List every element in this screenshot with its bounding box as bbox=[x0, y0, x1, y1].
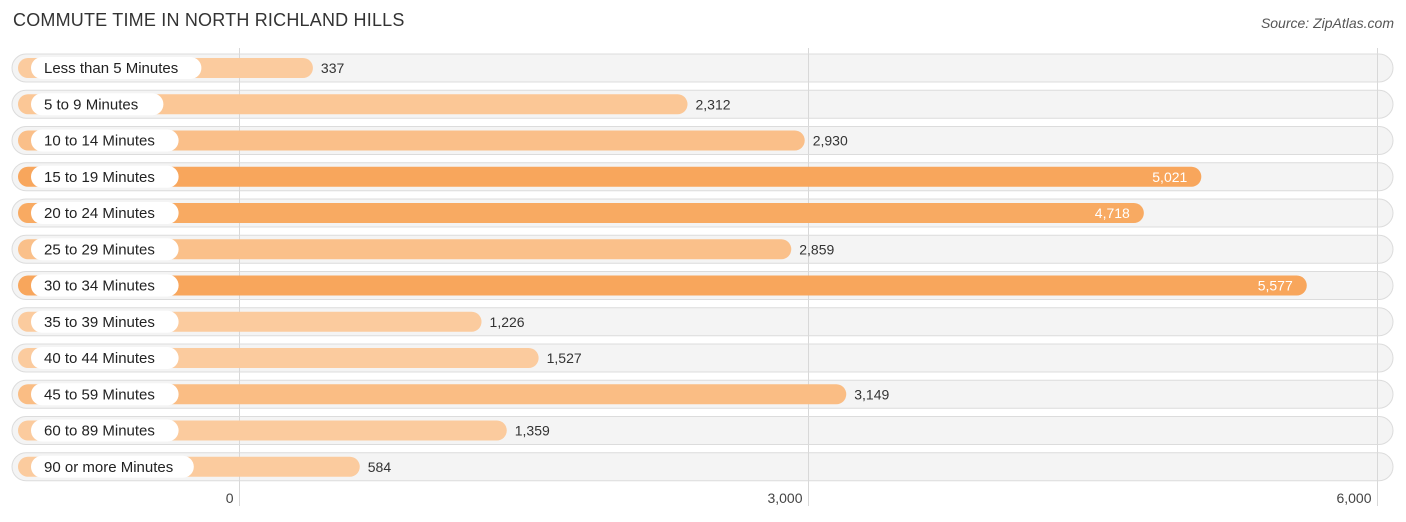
x-tick-label: 6,000 bbox=[1336, 490, 1371, 506]
value-label: 584 bbox=[368, 459, 392, 475]
x-tick-label: 3,000 bbox=[767, 490, 802, 506]
bar-row: 35 to 39 Minutes 1,226 bbox=[11, 307, 1394, 337]
category-label: 35 to 39 Minutes bbox=[44, 314, 155, 331]
category-label: 40 to 44 Minutes bbox=[44, 350, 155, 367]
bar-row: Less than 5 Minutes 337 bbox=[11, 53, 1394, 83]
bar-rows: Less than 5 Minutes 337 5 to 9 Minutes 2,31… bbox=[11, 53, 1394, 482]
x-tick-label: 0 bbox=[226, 490, 234, 506]
bar-row: 90 or more Minutes 584 bbox=[11, 452, 1394, 482]
bar-chart: Less than 5 Minutes 337 5 to 9 Minutes 2,31… bbox=[11, 48, 1394, 506]
category-label: 15 to 19 Minutes bbox=[44, 169, 155, 186]
bar-row: 60 to 89 Minutes 1,359 bbox=[11, 416, 1394, 445]
category-label: 10 to 14 Minutes bbox=[44, 133, 155, 150]
category-label: 5 to 9 Minutes bbox=[44, 96, 138, 113]
value-label: 1,359 bbox=[515, 423, 550, 439]
bar-row: 25 to 29 Minutes 2,859 bbox=[11, 234, 1394, 264]
category-label: 60 to 89 Minutes bbox=[44, 423, 155, 440]
category-label: Less than 5 Minutes bbox=[44, 60, 178, 77]
bar-row: 15 to 19 Minutes 5,021 bbox=[11, 162, 1394, 192]
value-label: 3,149 bbox=[854, 386, 889, 402]
value-label: 4,718 bbox=[1095, 205, 1130, 221]
value-label: 5,021 bbox=[1152, 169, 1187, 185]
bar bbox=[18, 275, 1307, 296]
value-label: 337 bbox=[321, 60, 345, 76]
bar-row: 45 to 59 Minutes 3,149 bbox=[11, 379, 1394, 409]
bar-row: 5 to 9 Minutes 2,312 bbox=[11, 89, 1394, 119]
bar-row: 30 to 34 Minutes 5,577 bbox=[11, 271, 1394, 300]
bar-row: 40 to 44 Minutes 1,527 bbox=[11, 343, 1394, 373]
category-label: 30 to 34 Minutes bbox=[44, 278, 155, 295]
value-label: 2,930 bbox=[813, 133, 848, 149]
bar-row: 20 to 24 Minutes 4,718 bbox=[11, 198, 1394, 228]
value-label: 5,577 bbox=[1258, 278, 1293, 294]
category-label: 20 to 24 Minutes bbox=[44, 205, 155, 222]
category-label: 25 to 29 Minutes bbox=[44, 241, 155, 258]
bar-row: 10 to 14 Minutes 2,930 bbox=[11, 126, 1394, 155]
category-label: 45 to 59 Minutes bbox=[44, 386, 155, 403]
x-axis-ticks: 0 3,000 6,000 bbox=[226, 490, 1372, 506]
value-label: 1,527 bbox=[547, 350, 582, 366]
bar bbox=[18, 203, 1144, 223]
value-label: 2,312 bbox=[696, 96, 731, 112]
value-label: 2,859 bbox=[799, 241, 834, 257]
value-label: 1,226 bbox=[490, 314, 525, 330]
category-label: 90 or more Minutes bbox=[44, 459, 173, 476]
bar bbox=[18, 166, 1202, 187]
